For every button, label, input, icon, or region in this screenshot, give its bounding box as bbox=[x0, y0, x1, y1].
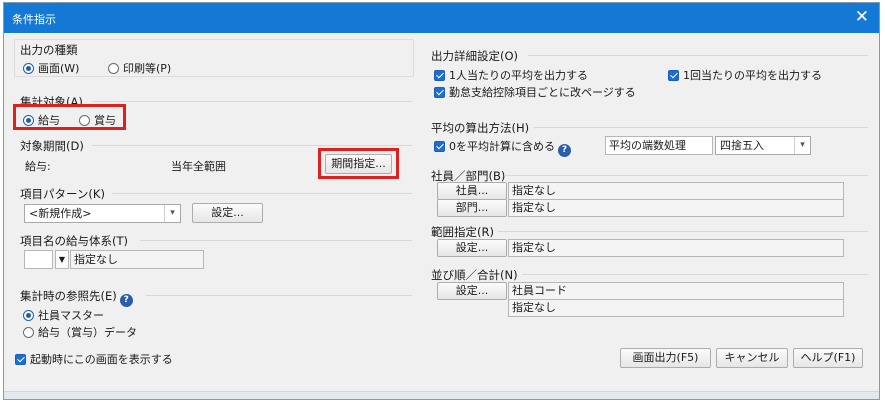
help-icon[interactable]: ? bbox=[558, 144, 571, 157]
output-screen-radio[interactable]: 画面(W) bbox=[23, 60, 79, 76]
dialog-title: 条件指示 bbox=[12, 13, 56, 26]
condition-dialog: 条件指示 ✕ 出力の種類 画面(W) 印刷等(P) 集計対象(A) 給与 賞与 … bbox=[3, 2, 880, 400]
checkbox-checked-icon bbox=[434, 87, 445, 98]
section-divider bbox=[92, 101, 412, 102]
checkbox-checked-icon bbox=[15, 354, 26, 365]
period-value: 当年全範囲 bbox=[171, 160, 226, 173]
checkbox-checked-icon bbox=[434, 70, 445, 81]
highlight-box-aggregate bbox=[13, 104, 126, 130]
salary-system-title: 項目名の給与体系(T) bbox=[20, 234, 128, 248]
section-divider bbox=[112, 193, 412, 194]
checkbox-checked-icon bbox=[434, 141, 445, 152]
sort-settings-button[interactable]: 設定... bbox=[437, 282, 507, 300]
period-title: 対象期間(D) bbox=[20, 139, 84, 153]
help-icon[interactable]: ? bbox=[119, 294, 133, 307]
screen-output-button[interactable]: 画面出力(F5) bbox=[620, 348, 711, 368]
radio-on-icon bbox=[23, 310, 34, 321]
item-pattern-title: 項目パターン(K) bbox=[20, 187, 105, 201]
avg-per-time-checkbox[interactable]: 1回当たりの平均を出力する bbox=[668, 67, 822, 83]
section-divider bbox=[140, 240, 412, 241]
range-title: 範囲指定(R) bbox=[431, 225, 494, 239]
rounding-label-box: 平均の端数処理 bbox=[605, 136, 713, 155]
section-divider bbox=[504, 175, 868, 176]
section-divider bbox=[92, 145, 412, 146]
section-divider bbox=[528, 55, 868, 56]
chevron-down-icon: ▾ bbox=[164, 205, 180, 222]
output-details-title: 出力詳細設定(O) bbox=[431, 49, 519, 63]
include-zero-checkbox[interactable]: 0を平均計算に含める? bbox=[434, 138, 571, 157]
highlight-box-period bbox=[318, 148, 399, 179]
startup-show-checkbox[interactable]: 起動時にこの画面を表示する bbox=[15, 351, 173, 367]
employee-value: 指定なし bbox=[508, 182, 844, 200]
section-divider bbox=[498, 231, 868, 232]
range-value: 指定なし bbox=[508, 239, 844, 257]
dept-select-button[interactable]: 部門... bbox=[437, 199, 507, 217]
dept-value: 指定なし bbox=[508, 199, 844, 217]
section-divider bbox=[534, 127, 868, 128]
employee-select-button[interactable]: 社員... bbox=[437, 182, 507, 200]
checkbox-checked-icon bbox=[668, 70, 679, 81]
section-divider bbox=[146, 295, 412, 296]
output-print-radio[interactable]: 印刷等(P) bbox=[108, 60, 171, 76]
range-settings-button[interactable]: 設定... bbox=[437, 239, 507, 257]
section-divider bbox=[522, 274, 868, 275]
salary-system-code-input[interactable] bbox=[24, 250, 53, 269]
help-button[interactable]: ヘルプ(F1) bbox=[793, 348, 863, 368]
close-icon[interactable]: ✕ bbox=[855, 7, 869, 27]
sort-title: 並び順／合計(N) bbox=[431, 268, 518, 282]
period-label: 給与: bbox=[25, 160, 51, 173]
title-bar: 条件指示 ✕ bbox=[4, 3, 879, 33]
page-break-checkbox[interactable]: 勤怠支給控除項目ごとに改ページする bbox=[434, 84, 636, 100]
reference-title: 集計時の参照先(E)? bbox=[20, 288, 133, 307]
rounding-select[interactable]: 四捨五入 ▾ bbox=[715, 136, 811, 155]
item-pattern-settings-button[interactable]: 設定... bbox=[192, 203, 263, 223]
sort-total-value: 指定なし bbox=[508, 299, 844, 317]
chevron-down-icon: ▾ bbox=[794, 137, 810, 154]
sort-key-value: 社員コード bbox=[508, 282, 844, 300]
radio-on-icon bbox=[23, 63, 34, 74]
reference-master-radio[interactable]: 社員マスター bbox=[23, 307, 104, 323]
average-method-title: 平均の算出方法(H) bbox=[431, 121, 530, 135]
status-strip bbox=[4, 391, 879, 399]
reference-data-radio[interactable]: 給与（賞与）データ bbox=[23, 324, 137, 340]
radio-off-icon bbox=[23, 327, 34, 338]
output-type-title: 出力の種類 bbox=[20, 43, 78, 57]
avg-per-person-checkbox[interactable]: 1人当たりの平均を出力する bbox=[434, 67, 588, 83]
salary-system-value: 指定なし bbox=[70, 250, 204, 269]
radio-off-icon bbox=[108, 63, 119, 74]
cancel-button[interactable]: キャンセル bbox=[716, 348, 788, 368]
dropdown-icon[interactable]: ▼ bbox=[55, 250, 69, 269]
item-pattern-select[interactable]: <新規作成> ▾ bbox=[24, 204, 181, 223]
